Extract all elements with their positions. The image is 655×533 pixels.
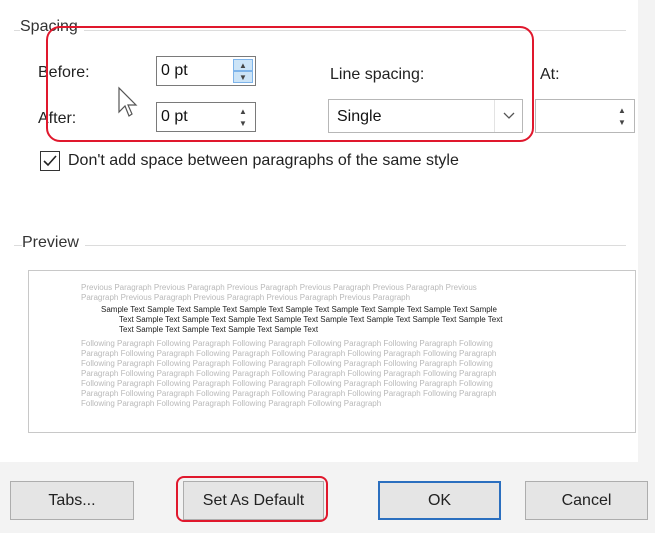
after-spin-buttons: ▲ ▼ (233, 105, 253, 129)
before-spinbox[interactable]: 0 pt ▲ ▼ (156, 56, 256, 86)
preview-sample-line: Text Sample Text Sample Text Sample Text… (119, 325, 319, 334)
at-spin-buttons: ▲ ▼ (612, 104, 632, 128)
at-label: At: (540, 66, 560, 83)
spin-up-icon[interactable]: ▲ (612, 104, 632, 116)
spacing-group-label: Spacing (20, 18, 84, 36)
before-spin-buttons: ▲ ▼ (233, 59, 253, 83)
after-spinbox[interactable]: 0 pt ▲ ▼ (156, 102, 256, 132)
preview-group-divider (14, 245, 626, 246)
preview-group-label: Preview (22, 234, 85, 252)
set-as-default-button[interactable]: Set As Default (183, 481, 324, 520)
checkmark-icon (43, 155, 57, 167)
preview-sample-line: Text Sample Text Sample Text Sample Text… (119, 315, 503, 324)
preview-following-line: Following Paragraph Following Paragraph … (81, 339, 493, 348)
spin-up-icon[interactable]: ▲ (233, 59, 253, 71)
paragraph-dialog: Spacing Before: 0 pt ▲ ▼ After: 0 pt ▲ ▼… (0, 0, 655, 533)
before-label: Before: (38, 64, 90, 81)
at-spinbox[interactable]: ▲ ▼ (535, 99, 635, 133)
line-spacing-select[interactable]: Single (328, 99, 523, 133)
after-label: After: (38, 110, 77, 127)
tabs-button[interactable]: Tabs... (10, 481, 134, 520)
preview-previous-line: Paragraph Previous Paragraph Previous Pa… (81, 293, 411, 302)
line-spacing-label: Line spacing: (330, 66, 425, 83)
preview-box: Previous Paragraph Previous Paragraph Pr… (28, 270, 636, 433)
preview-following-line: Following Paragraph Following Paragraph … (81, 379, 493, 388)
preview-following-line: Paragraph Following Paragraph Following … (81, 369, 497, 378)
before-value[interactable]: 0 pt (161, 62, 188, 80)
ok-button[interactable]: OK (378, 481, 501, 520)
dont-add-space-label[interactable]: Don't add space between paragraphs of th… (68, 152, 459, 170)
cancel-button[interactable]: Cancel (525, 481, 648, 520)
spin-up-icon[interactable]: ▲ (233, 105, 253, 117)
preview-following-line: Paragraph Following Paragraph Following … (81, 389, 497, 398)
spin-down-icon[interactable]: ▼ (233, 117, 253, 129)
preview-following-line: Following Paragraph Following Paragraph … (81, 399, 382, 408)
mouse-pointer-icon (117, 86, 139, 125)
spacing-group-divider (14, 30, 626, 31)
dont-add-space-checkbox[interactable] (40, 151, 60, 171)
preview-previous-line: Previous Paragraph Previous Paragraph Pr… (81, 283, 477, 292)
dialog-content-panel: Spacing Before: 0 pt ▲ ▼ After: 0 pt ▲ ▼… (0, 0, 638, 462)
line-spacing-value: Single (337, 108, 382, 125)
chevron-down-icon[interactable] (494, 100, 522, 132)
spin-down-icon[interactable]: ▼ (233, 71, 253, 83)
spin-down-icon[interactable]: ▼ (612, 116, 632, 128)
preview-following-line: Following Paragraph Following Paragraph … (81, 359, 493, 368)
preview-following-line: Paragraph Following Paragraph Following … (81, 349, 497, 358)
preview-sample-line: Sample Text Sample Text Sample Text Samp… (101, 305, 497, 314)
after-value[interactable]: 0 pt (161, 108, 188, 126)
